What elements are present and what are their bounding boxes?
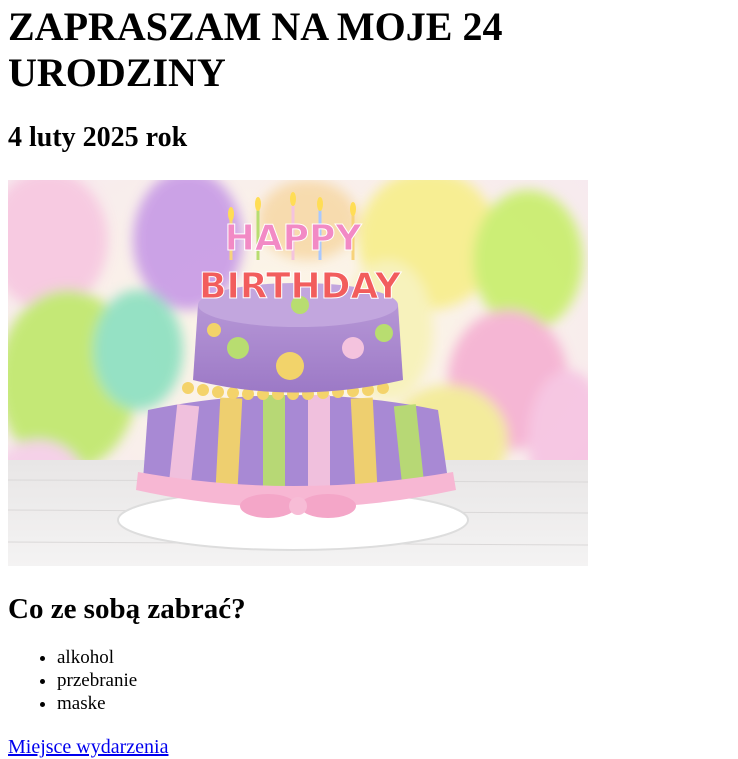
birthday-cake-image: HAPPY BIRTHDAY (8, 180, 588, 566)
cake-letters-bottom: BIRTHDAY (199, 266, 402, 307)
bring-heading: Co ze sobą zabrać? (8, 593, 246, 625)
list-item: maske (57, 692, 730, 715)
list-item: przebranie (57, 669, 730, 692)
invitation-page: ZAPRASZAM NA MOJE 24 URODZINY 4 luty 202… (0, 0, 738, 759)
birthday-cake-photo: HAPPY BIRTHDAY (8, 180, 588, 566)
cake-letters-top: HAPPY (225, 218, 363, 259)
list-item: alkohol (57, 646, 730, 669)
page-title: ZAPRASZAM NA MOJE 24 URODZINY (8, 4, 503, 95)
bring-list: alkohol przebranie maske (8, 646, 730, 715)
event-location-link[interactable]: Miejsce wydarzenia (8, 735, 168, 759)
event-date: 4 luty 2025 rok (8, 122, 188, 153)
